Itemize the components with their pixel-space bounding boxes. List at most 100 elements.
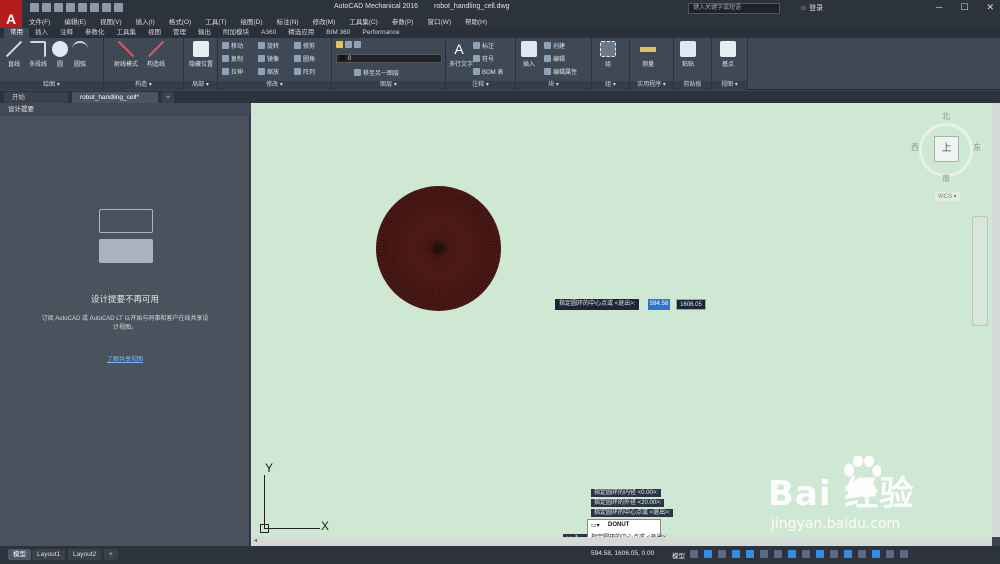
stretch-tool[interactable]: 拉伸 (222, 67, 243, 76)
tab-addins[interactable]: 附加模块 (217, 28, 255, 38)
menu-toolsets[interactable]: 工具集(C) (342, 17, 385, 28)
tab-a360[interactable]: A360 (255, 28, 282, 38)
menu-view[interactable]: 视图(V) (93, 17, 129, 28)
tab-manage[interactable]: 管理 (167, 28, 192, 38)
ray-mode-tool[interactable]: 射线模式 (114, 41, 138, 68)
clean-screen-icon[interactable] (886, 550, 894, 558)
save-icon[interactable] (54, 3, 63, 12)
clipboard-group-title[interactable]: 剪贴板 (674, 81, 711, 90)
tab-output[interactable]: 输出 (192, 28, 217, 38)
polyline-tool[interactable]: 多段线 (26, 41, 50, 68)
menu-dimension[interactable]: 标注(N) (270, 17, 306, 28)
insert-block-tool[interactable]: 插入 (519, 41, 539, 68)
drawing-canvas[interactable]: 指定圆环的中心点或 <退出>: 594.58 1606.05 Y X 上 北 南… (251, 103, 992, 546)
navigation-bar[interactable] (972, 216, 988, 326)
selection-cycling-icon[interactable] (802, 550, 810, 558)
horizontal-scrollbar[interactable]: ◂ (251, 537, 992, 546)
lineweight-icon[interactable] (774, 550, 782, 558)
compass-west[interactable]: 西 (911, 142, 919, 153)
measure-tool[interactable]: 测量 (636, 41, 660, 68)
polar-icon[interactable] (732, 550, 740, 558)
menu-draw[interactable]: 绘图(D) (234, 17, 270, 28)
modify-group-title[interactable]: 修改 ▾ (218, 81, 331, 90)
search-input[interactable]: 键入关键字或短语 (688, 3, 780, 14)
dynamic-input-y[interactable]: 1606.05 (676, 299, 706, 310)
menu-insert[interactable]: 插入(I) (129, 17, 162, 28)
hardware-acceleration-icon[interactable] (872, 550, 880, 558)
fillet-tool[interactable]: 圆角 (294, 54, 315, 63)
menu-window[interactable]: 窗口(W) (421, 17, 458, 28)
tab-featured-apps[interactable]: 精选应用 (282, 28, 320, 38)
circle-tool[interactable]: 圆 (52, 41, 68, 68)
xline-tool[interactable]: 构造线 (144, 41, 168, 68)
compass-north[interactable]: 北 (942, 111, 950, 122)
group-tool[interactable]: 组 (598, 41, 618, 68)
donut-object[interactable] (376, 186, 501, 311)
mtext-tool[interactable]: A 多行文字 (449, 41, 473, 68)
viewcube[interactable]: 上 北 南 东 西 (911, 111, 981, 201)
edit-block-tool[interactable]: 编辑 (544, 54, 565, 63)
grid-icon[interactable] (690, 550, 698, 558)
menu-help[interactable]: 帮助(H) (458, 17, 494, 28)
ortho-icon[interactable] (718, 550, 726, 558)
workspace-switch-icon[interactable] (830, 550, 838, 558)
compass-south[interactable]: 南 (942, 173, 950, 184)
redo-icon[interactable] (102, 3, 111, 12)
tab-insert[interactable]: 插入 (29, 28, 54, 38)
minimize-button[interactable]: ─ (936, 2, 942, 13)
rotate-tool[interactable]: 旋转 (258, 41, 279, 50)
scroll-left-arrow-icon[interactable]: ◂ (254, 537, 257, 544)
login-button[interactable]: ☺ 登录 (800, 3, 823, 13)
tab-performance[interactable]: Performance (356, 28, 405, 38)
isolate-objects-icon[interactable] (858, 550, 866, 558)
draw-group-title[interactable]: 绘图 ▾ (0, 81, 103, 90)
layout-tab-model[interactable]: 模型 (8, 549, 31, 560)
layers-group-title[interactable]: 图层 ▾ (332, 81, 445, 90)
construct-group-title[interactable]: 构造 ▾ (104, 81, 183, 90)
move-tool[interactable]: 移动 (222, 41, 243, 50)
tab-bim360[interactable]: BIM 360 (320, 28, 356, 38)
copy-tool[interactable]: 复制 (222, 54, 243, 63)
layer-dropdown[interactable]: 0 (336, 54, 442, 63)
open-file-icon[interactable] (42, 3, 51, 12)
layout-group-title[interactable]: 局部 ▾ (184, 81, 217, 90)
menu-modify[interactable]: 修改(M) (306, 17, 343, 28)
wcs-dropdown[interactable]: WCS ▾ (935, 192, 960, 201)
menu-tools[interactable]: 工具(T) (198, 17, 233, 28)
maximize-button[interactable]: ☐ (960, 2, 968, 13)
trim-tool[interactable]: 修剪 (294, 41, 315, 50)
plot-icon[interactable] (78, 3, 87, 12)
snap-icon[interactable] (704, 550, 712, 558)
tab-home[interactable]: 常用 (4, 28, 29, 38)
model-space-toggle[interactable]: 模型 (672, 550, 685, 560)
new-tab-button[interactable]: + (162, 92, 174, 103)
menu-edit[interactable]: 编辑(E) (57, 17, 93, 28)
arc-tool[interactable]: 圆弧 (72, 41, 88, 68)
tab-robot-handling-cell[interactable]: robot_handling_cell* (72, 92, 158, 103)
annotation-monitor-icon[interactable] (844, 550, 852, 558)
tab-parametric[interactable]: 参数化 (79, 28, 111, 38)
scale-tool[interactable]: 缩放 (258, 67, 279, 76)
undo-icon[interactable] (90, 3, 99, 12)
customization-icon[interactable] (900, 550, 908, 558)
view-group-title[interactable]: 视图 ▾ (712, 81, 747, 90)
move-to-layer-tool[interactable]: 移至另一图层 (354, 68, 399, 77)
paste-tool[interactable]: 粘贴 (678, 41, 698, 68)
shared-views-link[interactable]: 了解共享视图 (0, 354, 250, 363)
tab-view[interactable]: 视图 (142, 28, 167, 38)
array-tool[interactable]: 阵列 (294, 67, 315, 76)
workspace-icon[interactable] (114, 3, 123, 12)
transparency-icon[interactable] (788, 550, 796, 558)
osnap-icon[interactable] (746, 550, 754, 558)
create-block-tool[interactable]: 创建 (544, 41, 565, 50)
menu-parametric[interactable]: 参数(P) (385, 17, 421, 28)
symbol-tool[interactable]: 符号 (473, 54, 494, 63)
save-as-icon[interactable] (66, 3, 75, 12)
layout-tab-layout1[interactable]: Layout1 (32, 549, 66, 560)
tab-start[interactable]: 开始 (4, 92, 68, 103)
layout-tab-layout2[interactable]: Layout2 (68, 549, 102, 560)
utilities-group-title[interactable]: 实用程序 ▾ (630, 81, 673, 90)
new-file-icon[interactable] (30, 3, 39, 12)
mirror-tool[interactable]: 镜像 (258, 54, 279, 63)
annotation-group-title[interactable]: 注释 ▾ (446, 81, 515, 90)
